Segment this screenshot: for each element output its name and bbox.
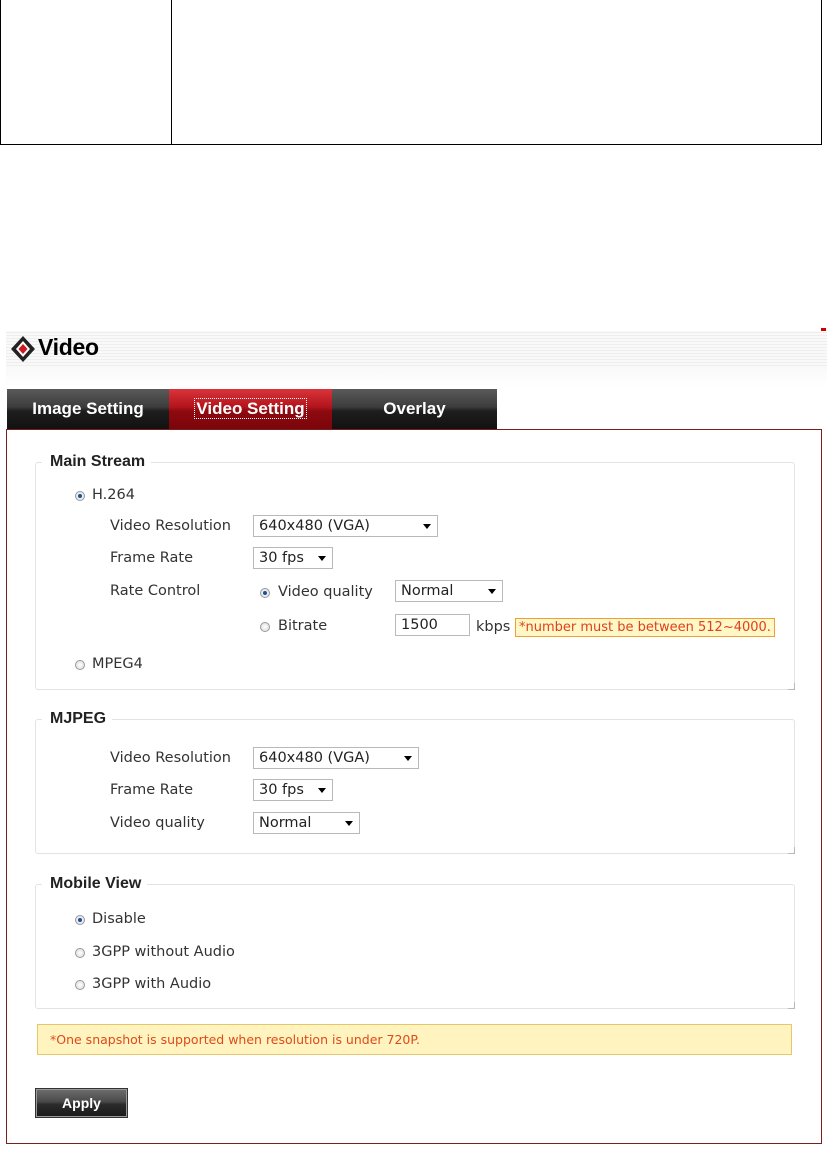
select-value: 640x480 (VGA) [259,518,370,534]
mpeg4-label: MPEG4 [92,656,143,672]
mobile-3gpp-no-audio-radio[interactable] [75,948,85,958]
table-column-divider [171,0,172,144]
main-video-resolution-select[interactable]: 640x480 (VGA) [253,515,438,537]
chevron-down-icon [318,788,326,793]
mjpeg-video-quality-select[interactable]: Normal [253,812,360,834]
main-video-quality-select[interactable]: Normal [395,580,503,602]
mjpeg-video-resolution-select[interactable]: 640x480 (VGA) [253,747,419,769]
main-frame-rate-select[interactable]: 30 fps [253,547,333,569]
tab-video-setting[interactable]: Video Setting [169,389,332,429]
tab-image-setting[interactable]: Image Setting [7,389,169,429]
tab-label: Image Setting [32,399,144,418]
rate-control-label: Rate Control [110,583,201,599]
chevron-down-icon [404,756,412,761]
select-value: 640x480 (VGA) [259,750,370,766]
video-quality-label: Video quality [278,584,373,600]
chevron-down-icon [423,524,431,529]
bitrate-unit: kbps [476,619,511,635]
apply-button[interactable]: Apply [35,1088,128,1118]
tab-label: Overlay [383,399,446,418]
main-video-resolution-label: Video Resolution [110,518,231,534]
mobile-3gpp-audio-radio[interactable] [75,980,85,990]
main-frame-rate-label: Frame Rate [110,550,194,566]
select-value: Normal [259,815,312,831]
main-stream-legend: Main Stream [50,453,146,470]
select-value: Normal [401,583,454,599]
mobile-3gpp-audio-label: 3GPP with Audio [92,976,212,992]
mpeg4-radio[interactable] [75,660,85,670]
mjpeg-video-quality-label: Video quality [110,815,205,831]
corner-accent-mark [821,328,826,331]
chevron-down-icon [345,821,353,826]
h264-label: H.264 [92,487,135,503]
bitrate-radio[interactable] [260,622,270,632]
document-table [0,0,822,145]
chevron-down-icon [488,589,496,594]
main-stream-group: Main Stream [35,453,795,690]
bitrate-label: Bitrate [278,618,328,634]
select-value: 30 fps [259,550,304,566]
mjpeg-frame-rate-label: Frame Rate [110,782,194,798]
mobile-3gpp-no-audio-label: 3GPP without Audio [92,944,235,960]
mjpeg-video-resolution-label: Video Resolution [110,750,231,766]
video-quality-radio[interactable] [260,588,270,598]
red-diamond-logo-icon [11,336,35,362]
mjpeg-frame-rate-select[interactable]: 30 fps [253,779,333,801]
tab-label: Video Setting [194,398,307,419]
h264-radio[interactable] [75,491,85,501]
tab-overlay[interactable]: Overlay [332,389,497,429]
mobile-disable-radio[interactable] [75,915,85,925]
bitrate-hint: *number must be between 512~4000. [515,618,775,637]
chevron-down-icon [318,556,326,561]
mobile-view-legend: Mobile View [50,875,142,892]
snapshot-note: *One snapshot is supported when resoluti… [37,1024,792,1055]
mobile-disable-label: Disable [92,911,146,927]
bitrate-input[interactable]: 1500 [395,614,470,636]
mjpeg-legend: MJPEG [50,710,107,727]
header-band [6,331,827,387]
select-value: 30 fps [259,782,304,798]
page-title: Video [38,334,99,360]
